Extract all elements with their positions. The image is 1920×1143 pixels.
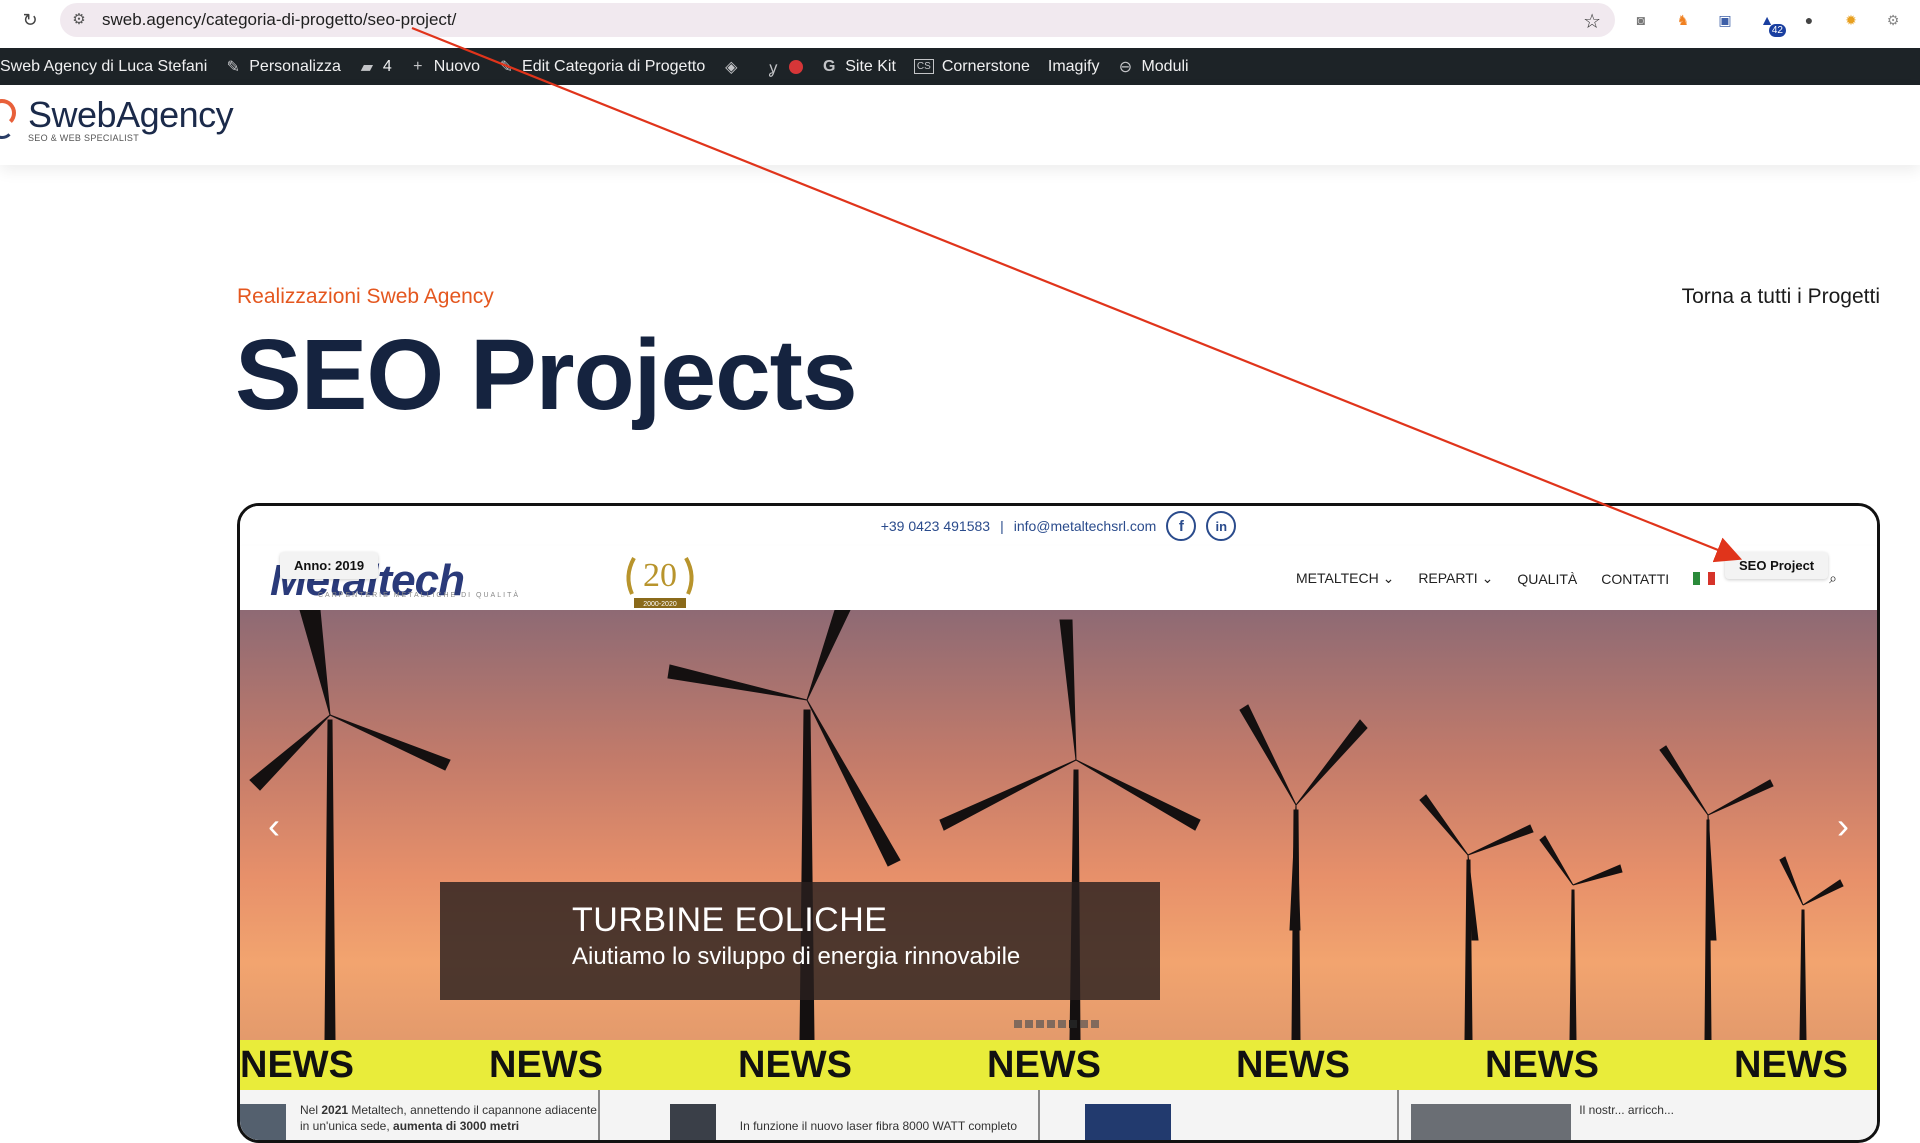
preview-email: info@metaltechsrl.com xyxy=(1013,518,1157,534)
new-label: Nuovo xyxy=(433,57,481,75)
anniversary-badge-icon: 20 2000-2020 xyxy=(626,557,694,608)
preview-menu-item: QUALITÀ xyxy=(1517,570,1578,587)
news-thumbnail xyxy=(1084,1104,1171,1140)
news-word: NEWS xyxy=(987,1043,1101,1086)
modules-icon: ⊖ xyxy=(1118,58,1133,76)
news-word: NEWS xyxy=(489,1043,603,1086)
google-g-icon: G xyxy=(823,57,836,75)
extensions-toolbar: ◙ ♞ ▣ ▲ 42 ● ✹ ⚙ xyxy=(1628,7,1906,37)
extension-badge: 42 xyxy=(1768,24,1786,37)
screen-extension-icon[interactable]: ▣ xyxy=(1712,7,1738,33)
plus-icon: + xyxy=(413,57,423,75)
year-tag: Anno: 2019 xyxy=(280,552,379,579)
anniversary-years: 2000-2020 xyxy=(643,601,677,608)
admin-bar-diamond[interactable]: ◈ xyxy=(714,48,756,85)
news-word: NEWS xyxy=(738,1043,852,1086)
imagify-label: Imagify xyxy=(1047,57,1100,75)
admin-bar-modules[interactable]: ⊖ Moduli xyxy=(1108,48,1197,85)
news-item: Il nostr... arricch... xyxy=(1399,1090,1877,1140)
search-icon: ⌕ xyxy=(1829,570,1837,586)
preview-menu-item: CONTATTI xyxy=(1601,570,1670,587)
preview-menu-item: REPARTI ⌄ xyxy=(1418,570,1494,586)
grad-cap-extension-icon[interactable]: ▲ 42 xyxy=(1754,7,1786,37)
news-ticker: NEWS NEWS NEWS NEWS NEWS NEWS NEWS xyxy=(240,1040,1877,1090)
sun-extension-icon[interactable]: ✹ xyxy=(1838,7,1864,33)
page-title: SEO Projects xyxy=(235,319,858,431)
comments-count: 4 xyxy=(382,57,392,75)
news-item: Nel 2021 Metaltech, annettendo il capann… xyxy=(240,1090,600,1140)
diamond-icon: ◈ xyxy=(725,58,738,76)
news-thumbnail xyxy=(1411,1104,1572,1140)
gear-extension-icon[interactable]: ⚙ xyxy=(1880,7,1906,33)
site-name-label: Sweb Agency di Luca Stefani xyxy=(0,57,208,75)
italian-flag-icon xyxy=(1693,572,1716,585)
cornerstone-icon: CS xyxy=(913,59,934,74)
address-bar[interactable]: ⚙ sweb.agency/categoria-di-progetto/seo-… xyxy=(60,3,1615,37)
preview-menu-item: METALTECH ⌄ xyxy=(1295,570,1395,586)
site-kit-label: Site Kit xyxy=(845,57,896,75)
camera-extension-icon[interactable]: ◙ xyxy=(1628,7,1654,33)
news-word: NEWS xyxy=(1236,1043,1350,1086)
site-header: SwebAgency SEO & WEB SPECIALIST xyxy=(0,85,1920,165)
linkedin-icon: in xyxy=(1206,511,1237,541)
seo-status-dot-icon xyxy=(789,59,804,74)
preview-navbar: Metaltech CARPENTERIE METALLICHE DI QUAL… xyxy=(240,546,1877,610)
pencil-icon: ✎ xyxy=(499,58,513,76)
anniversary-number: 20 xyxy=(643,557,677,594)
admin-bar-edit[interactable]: ✎ Edit Categoria di Progetto xyxy=(489,48,714,85)
logo-mark-icon xyxy=(0,95,18,145)
slider-prev-icon[interactable]: ‹ xyxy=(268,805,280,847)
admin-bar-imagify[interactable]: Imagify xyxy=(1039,48,1109,85)
hero-title: TURBINE EOLICHE xyxy=(572,901,888,939)
page-eyebrow: Realizzazioni Sweb Agency xyxy=(237,285,494,308)
record-extension-icon[interactable]: ● xyxy=(1796,7,1822,33)
hero-subtitle: Aiutiamo lo sviluppo di energia rinnovab… xyxy=(572,943,1021,970)
news-word: NEWS xyxy=(240,1043,354,1086)
modules-label: Moduli xyxy=(1141,57,1189,75)
facebook-icon: f xyxy=(1166,511,1197,541)
news-item xyxy=(1040,1090,1400,1140)
reload-icon[interactable]: ↻ xyxy=(20,10,40,30)
preview-phone: +39 0423 491583 xyxy=(880,518,991,534)
admin-bar-comments[interactable]: ▰ 4 xyxy=(350,48,401,85)
admin-bar-cornerstone[interactable]: CS Cornerstone xyxy=(905,48,1039,85)
news-list: Nel 2021 Metaltech, annettendo il capann… xyxy=(240,1090,1877,1140)
fox-extension-icon[interactable]: ♞ xyxy=(1670,7,1696,33)
admin-bar-site-kit[interactable]: G Site Kit xyxy=(812,48,905,85)
news-thumbnail xyxy=(240,1104,286,1140)
category-tag[interactable]: SEO Project xyxy=(1725,552,1829,579)
url-text[interactable]: sweb.agency/categoria-di-progetto/seo-pr… xyxy=(102,10,456,30)
site-info-icon[interactable]: ⚙ xyxy=(68,9,90,31)
site-logo[interactable]: SwebAgency SEO & WEB SPECIALIST xyxy=(0,94,234,145)
admin-bar-site-name[interactable]: Sweb Agency di Luca Stefani xyxy=(0,48,216,85)
preview-separator: | xyxy=(1000,518,1004,534)
preview-logo-subtitle: CARPENTERIE METALLICHE DI QUALITÀ xyxy=(318,592,521,599)
yoast-icon: ỿ xyxy=(769,59,778,77)
preview-hero-slider: ‹ › TURBINE EOLICHE Aiutiamo lo sviluppo… xyxy=(240,610,1877,1040)
news-word: NEWS xyxy=(1485,1043,1599,1086)
hero-caption: TURBINE EOLICHE Aiutiamo lo sviluppo di … xyxy=(440,882,1160,1000)
slider-next-icon[interactable]: › xyxy=(1837,805,1849,847)
cornerstone-label: Cornerstone xyxy=(941,57,1030,75)
news-item: In funzione il nuovo laser fibra 8000 WA… xyxy=(600,1090,1040,1140)
bookmark-star-icon[interactable]: ☆ xyxy=(1583,9,1601,34)
browser-toolbar: ↻ ⚙ sweb.agency/categoria-di-progetto/se… xyxy=(0,0,1920,40)
admin-bar-customize[interactable]: ✎ Personalizza xyxy=(216,48,350,85)
edit-label: Edit Categoria di Progetto xyxy=(522,57,706,75)
admin-bar-new[interactable]: + Nuovo xyxy=(401,48,489,85)
admin-bar-yoast[interactable]: ỿ xyxy=(756,48,812,85)
news-word: NEWS xyxy=(1734,1043,1848,1086)
preview-topbar: +39 0423 491583 | info@metaltechsrl.com … xyxy=(240,506,1877,546)
customize-label: Personalizza xyxy=(249,57,341,75)
wp-admin-bar: Sweb Agency di Luca Stefani ✎ Personalizz… xyxy=(0,48,1920,85)
back-to-projects-link[interactable]: Torna a tutti i Progetti xyxy=(1682,285,1880,309)
project-card[interactable]: +39 0423 491583 | info@metaltechsrl.com … xyxy=(237,503,1880,1143)
slider-dots xyxy=(1014,1020,1099,1028)
news-thumbnail xyxy=(669,1104,716,1140)
brush-icon: ✎ xyxy=(226,58,240,76)
logo-name: SwebAgency xyxy=(28,94,234,135)
comment-icon: ▰ xyxy=(360,58,374,76)
